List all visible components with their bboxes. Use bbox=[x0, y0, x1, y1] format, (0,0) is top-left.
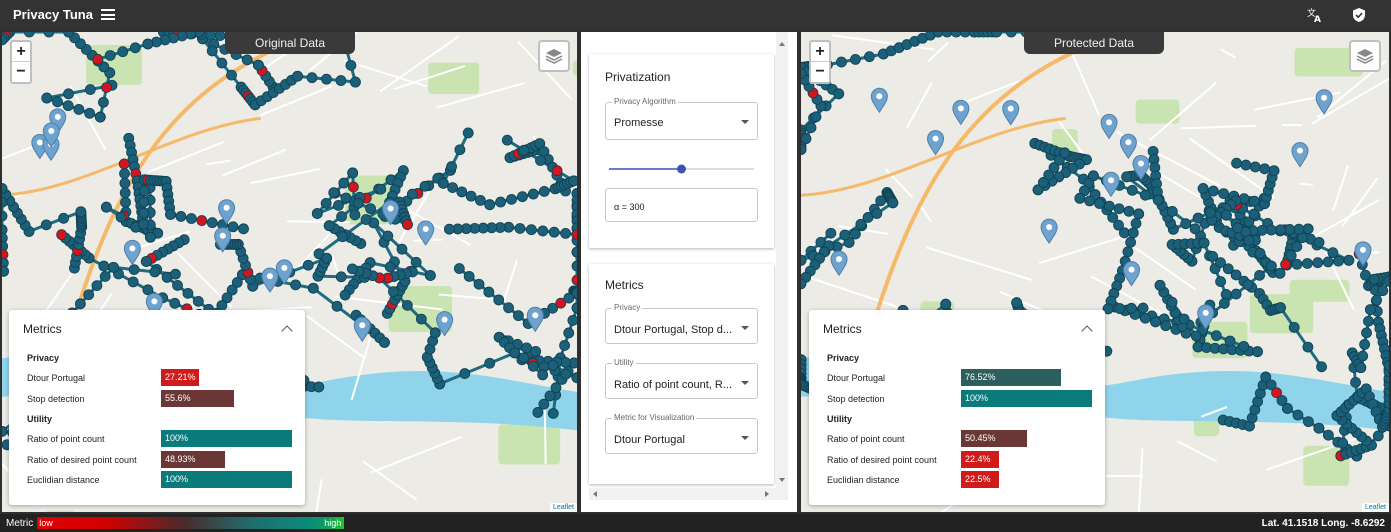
metrics-select-title: Metrics bbox=[605, 278, 644, 292]
metric-label: Stop detection bbox=[27, 393, 85, 404]
map-title: Original Data bbox=[225, 32, 355, 54]
collapse-icon[interactable] bbox=[1081, 325, 1093, 337]
metric-color-legend: low high bbox=[37, 517, 345, 529]
alpha-input[interactable]: α = 300 bbox=[605, 188, 758, 222]
svg-text:A: A bbox=[1314, 15, 1321, 23]
metric-value-bar: 55.6% bbox=[161, 389, 234, 407]
original-data-map[interactable]: Original Data + − Leaflet Metrics Privac… bbox=[2, 32, 577, 512]
metric-value-bar: 22.4% bbox=[961, 450, 999, 468]
horizontal-scrollbar[interactable] bbox=[589, 488, 776, 500]
utility-heading: Utility bbox=[27, 414, 53, 424]
metric-label: Euclidian distance bbox=[27, 475, 100, 485]
dropdown-arrow-icon bbox=[741, 381, 749, 385]
legend-low: low bbox=[39, 518, 53, 528]
metric-value-bar: 27.21% bbox=[161, 369, 199, 386]
control-panel: Privatization Privacy Algorithm Promesse… bbox=[581, 32, 797, 512]
top-app-bar: Privacy Tuna 文A bbox=[0, 0, 1391, 29]
metric-row: Ratio of desired point count 48.93% bbox=[9, 450, 305, 471]
metrics-title: Metrics bbox=[23, 322, 62, 336]
utility-metric-select[interactable]: Utility Ratio of point count, R... bbox=[605, 358, 758, 399]
zoom-out-button[interactable]: − bbox=[811, 62, 829, 82]
metric-value-bar: 22.5% bbox=[961, 471, 999, 488]
layers-button[interactable] bbox=[1349, 40, 1381, 72]
translate-icon[interactable]: 文A bbox=[1305, 5, 1325, 25]
map-attribution[interactable]: Leaflet bbox=[1361, 503, 1389, 512]
zoom-control: + − bbox=[809, 40, 831, 84]
metric-label: Ratio of point count bbox=[827, 434, 905, 444]
metrics-panel: Metrics Privacy Dtour Portugal 76.52% Stop… bbox=[809, 310, 1105, 505]
metrics-selection-card: Metrics Privacy Dtour Portugal, Stop d..… bbox=[589, 264, 774, 484]
zoom-control: + − bbox=[10, 40, 32, 84]
metric-row: Ratio of point count 100% bbox=[9, 429, 305, 450]
metric-row: Euclidian distance 22.5% bbox=[809, 470, 1105, 491]
legend-high: high bbox=[324, 518, 342, 528]
metric-value-bar: 100% bbox=[161, 430, 292, 447]
metric-label: Ratio of desired point count bbox=[827, 454, 937, 465]
scroll-up-icon[interactable] bbox=[779, 42, 785, 46]
metric-label: Dtour Portugal bbox=[27, 373, 86, 383]
layers-icon bbox=[545, 49, 563, 64]
legend-label: Metric bbox=[6, 517, 34, 529]
app-title: Privacy Tuna bbox=[13, 7, 93, 22]
slider-thumb[interactable] bbox=[677, 164, 686, 174]
metric-label: Euclidian distance bbox=[827, 475, 900, 485]
metric-value-bar: 100% bbox=[961, 389, 1092, 407]
metric-row: Dtour Portugal 27.21% bbox=[9, 368, 305, 389]
zoom-in-button[interactable]: + bbox=[811, 42, 829, 62]
visualization-metric-select[interactable]: Metric for Visualization Dtour Portugal bbox=[605, 413, 758, 454]
utility-heading: Utility bbox=[827, 414, 853, 424]
vertical-scrollbar[interactable] bbox=[776, 32, 788, 500]
metric-row: Ratio of desired point count 22.4% bbox=[809, 450, 1105, 471]
metric-value-bar: 50.45% bbox=[961, 430, 1027, 447]
privatization-title: Privatization bbox=[605, 70, 671, 84]
status-bar: Metric low high Lat. 41.1518 Long. -8.62… bbox=[0, 514, 1391, 532]
metric-label: Dtour Portugal bbox=[827, 373, 886, 383]
scroll-down-icon[interactable] bbox=[779, 478, 785, 482]
cursor-coordinates: Lat. 41.1518 Long. -8.6292 bbox=[1261, 517, 1385, 529]
zoom-out-button[interactable]: − bbox=[12, 62, 30, 82]
metric-row: Euclidian distance 100% bbox=[9, 470, 305, 491]
metric-row: Ratio of point count 50.45% bbox=[809, 429, 1105, 450]
scroll-left-icon[interactable] bbox=[593, 491, 597, 497]
metric-label: Ratio of desired point count bbox=[27, 454, 137, 465]
menu-icon[interactable] bbox=[100, 9, 115, 20]
layers-icon bbox=[1356, 49, 1374, 64]
metric-label: Ratio of point count bbox=[27, 434, 105, 444]
dropdown-arrow-icon bbox=[741, 436, 749, 440]
metrics-panel: Metrics Privacy Dtour Portugal 27.21% Stop… bbox=[9, 310, 305, 505]
metrics-title: Metrics bbox=[823, 322, 862, 336]
metric-value-bar: 76.52% bbox=[961, 369, 1061, 386]
privacy-heading: Privacy bbox=[827, 353, 860, 363]
map-attribution[interactable]: Leaflet bbox=[549, 503, 577, 512]
map-title: Protected Data bbox=[1024, 32, 1164, 54]
layers-button[interactable] bbox=[538, 40, 570, 72]
metric-value-bar: 48.93% bbox=[161, 450, 225, 468]
shield-check-icon[interactable] bbox=[1349, 5, 1369, 25]
privatization-card: Privatization Privacy Algorithm Promesse… bbox=[589, 54, 774, 248]
scroll-right-icon[interactable] bbox=[765, 491, 769, 497]
zoom-in-button[interactable]: + bbox=[12, 42, 30, 62]
collapse-icon[interactable] bbox=[281, 325, 293, 337]
dropdown-arrow-icon bbox=[741, 326, 749, 330]
metric-value-bar: 100% bbox=[161, 471, 292, 488]
alpha-slider[interactable] bbox=[605, 163, 758, 175]
metric-row: Stop detection 100% bbox=[809, 389, 1105, 410]
metric-label: Stop detection bbox=[827, 393, 885, 404]
privacy-heading: Privacy bbox=[27, 353, 60, 363]
metric-row: Stop detection 55.6% bbox=[9, 389, 305, 410]
protected-data-map[interactable]: Protected Data + − Leaflet Metrics Priva… bbox=[801, 32, 1389, 512]
metric-row: Dtour Portugal 76.52% bbox=[809, 368, 1105, 389]
privacy-algorithm-select[interactable]: Privacy Algorithm Promesse bbox=[605, 97, 758, 140]
dropdown-arrow-icon bbox=[741, 120, 749, 124]
privacy-metric-select[interactable]: Privacy Dtour Portugal, Stop d... bbox=[605, 303, 758, 344]
